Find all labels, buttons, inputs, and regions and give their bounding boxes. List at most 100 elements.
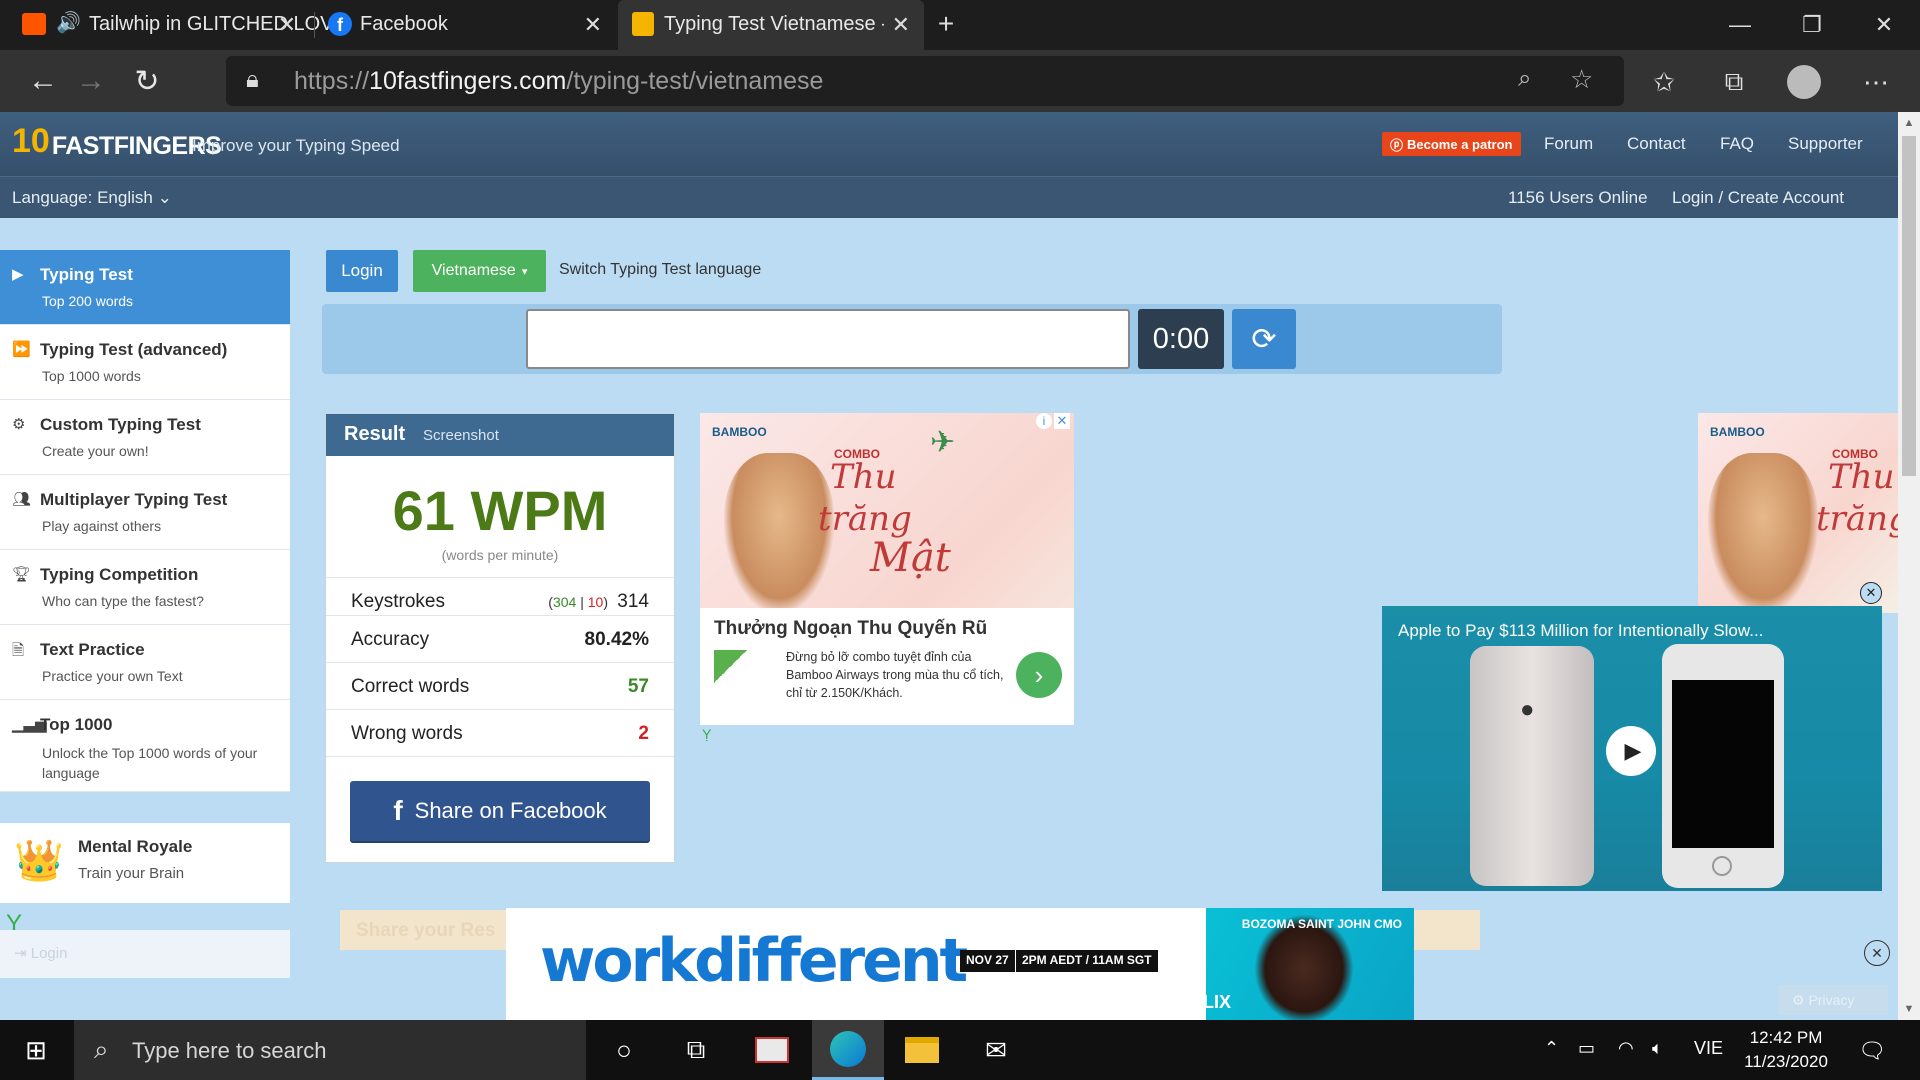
task-view-icon[interactable]: ⧉ [660,1020,732,1080]
timer: 0:00 [1138,309,1224,369]
address-bar-row: ← → ↻ 🔒︎ https://10fastfingers.com/typin… [0,50,1920,112]
login-button[interactable]: Login [326,250,398,292]
battery-icon[interactable]: ▭ [1578,1038,1595,1059]
tab-separator [314,12,315,38]
arrow-right-icon[interactable]: › [1016,652,1062,698]
url-field[interactable]: 🔒︎ https://10fastfingers.com/typing-test… [226,56,1624,106]
taskbar-search[interactable]: ⌕ Type here to search [74,1020,586,1080]
faded-login-link[interactable]: ⇥ Login [0,930,290,978]
play-icon[interactable]: ▶ [1606,726,1656,776]
nav-supporter[interactable]: Supporter [1788,134,1863,154]
ad-script-text: Thu [830,457,897,497]
language-selector[interactable]: Language: English ⌄ [12,188,172,208]
share-facebook-button[interactable]: f Share on Facebook [350,781,650,841]
restore-icon[interactable]: ❐ [1776,0,1848,50]
new-tab-button[interactable]: + [928,6,964,42]
taskbar-clock[interactable]: 12:42 PM 11/23/2020 [1738,1026,1834,1074]
close-window-icon[interactable]: ✕ [1848,0,1920,50]
sidebar-item-custom-typing-test[interactable]: ⚙ Custom Typing Test Create your own! [0,400,290,475]
facebook-icon: f [393,795,403,826]
freestar-icon: Ỵ [702,726,712,742]
nav-faq[interactable]: FAQ [1720,134,1754,154]
wrong-words-value: 2 [638,723,649,744]
share-label: Share on Facebook [414,798,607,823]
refresh-icon[interactable]: ↻ [126,60,168,102]
bamboo-small-logo [714,650,772,702]
sidebar-item-multiplayer[interactable]: 👥︎ Multiplayer Typing Test Play against … [0,475,290,550]
sidebar-item-label: Custom Typing Test [40,415,201,434]
windows-start-icon[interactable]: ⊞ [0,1020,72,1080]
profile-avatar-icon[interactable] [1784,62,1824,102]
video-close-icon[interactable]: ✕ [1860,582,1882,604]
language-dropdown-button[interactable]: Vietnamese ▾ [413,250,546,292]
close-tab-icon[interactable]: ✕ [892,12,910,38]
sidebar-item-top-1000[interactable]: ▁▃▅ Top 1000 Unlock the Top 1000 words o… [0,700,290,792]
video-title: Apple to Pay $113 Million for Intentiona… [1398,621,1764,640]
chevron-down-icon: ⌄ [157,188,172,207]
file-explorer-icon[interactable] [886,1020,958,1080]
minimize-icon[interactable]: — [1704,0,1776,50]
banner-close-icon[interactable]: ✕ [1864,940,1890,966]
banner-headline: workdifferent [540,926,968,996]
netflix-banner-ad[interactable]: workdifferent NOV 27 2PM AEDT / 11AM SGT… [506,908,1414,1020]
ad-info-icon[interactable]: i [1036,413,1052,429]
privacy-button[interactable]: ⚙ Privacy [1778,985,1888,1015]
sidebar-item-sub: Top 200 words [42,293,134,309]
login-create-account-link[interactable]: Login / Create Account [1672,188,1844,208]
ad-description: Đừng bỏ lỡ combo tuyệt đỉnh của Bamboo A… [786,650,1004,700]
sidebar-item-text-practice[interactable]: 🗎 Text Practice Practice your own Text [0,625,290,700]
tab-facebook[interactable]: f Facebook ✕ [316,0,616,50]
clock-time: 12:42 PM [1749,1028,1823,1047]
page-scrollbar[interactable]: ▲ ▼ [1898,112,1920,1020]
screenshot-link[interactable]: Screenshot [423,427,499,444]
mental-royale-link[interactable]: 👑 Mental Royale Train your Brain [0,823,290,903]
nav-contact[interactable]: Contact [1627,134,1686,154]
forward-icon[interactable]: → [70,60,112,102]
scroll-up-icon[interactable]: ▲ [1898,112,1920,134]
iphone-back-image: ● [1470,646,1594,886]
tab-title: Facebook [360,13,448,35]
cortana-icon[interactable]: ○ [588,1020,660,1080]
volume-icon[interactable]: 🔈︎ [1652,1038,1663,1059]
speaker-icon[interactable]: 🔊 [56,10,81,35]
tab-soundcloud[interactable]: 🔊 Tailwhip in GLITCHED LOVE ✕ [0,0,347,50]
app-icon[interactable] [736,1020,808,1080]
become-patron-button[interactable]: ⓟ Become a patron [1382,132,1521,156]
back-icon[interactable]: ← [22,60,64,102]
close-tab-icon[interactable]: ✕ [584,12,602,38]
favorites-icon[interactable]: ✩ [1644,62,1684,102]
scroll-thumb[interactable] [1902,136,1916,476]
bamboo-airways-ad[interactable]: BAMBOO ✈ COMBO Thu trăng Mật Thưởng Ngoạ… [700,413,1074,725]
edge-browser-icon[interactable] [812,1020,884,1080]
tab-typing-test[interactable]: Typing Test Vietnamese - 10FastF ✕ [618,0,924,50]
nav-forum[interactable]: Forum [1544,134,1593,154]
typing-input[interactable] [526,309,1130,369]
sidebar-item-label: Top 1000 [40,715,113,734]
notifications-icon[interactable]: 🗨︎ [1858,1038,1886,1064]
sidebar-item-typing-test[interactable]: ▶ Typing Test Top 200 words [0,250,290,325]
ad-text-area: Thưởng Ngoạn Thu Quyến Rũ Đừng bỏ lỡ com… [700,608,1074,725]
sidebar-item-sub: Top 1000 words [42,368,141,384]
scroll-down-icon[interactable]: ▼ [1898,998,1920,1020]
accuracy-label: Accuracy [351,629,430,650]
zoom-icon[interactable]: ⌕ [1518,65,1531,93]
sidebar-item-competition[interactable]: 🏆︎ Typing Competition Who can type the f… [0,550,290,625]
sidebar-item-typing-test-advanced[interactable]: ⏩ Typing Test (advanced) Top 1000 words [0,325,290,400]
video-player[interactable]: Apple to Pay $113 Million for Intentiona… [1382,606,1882,891]
sidebar: ▶ Typing Test Top 200 words ⏩ Typing Tes… [0,250,290,792]
close-tab-icon[interactable]: ✕ [278,12,296,38]
input-language[interactable]: VIE [1694,1038,1723,1059]
reload-button[interactable]: ⟳ [1232,309,1296,369]
favorite-star-icon[interactable]: ☆ [1570,64,1593,95]
chevron-up-icon[interactable]: ⌃ [1544,1038,1559,1059]
mental-royale-sub: Train your Brain [78,865,185,882]
caret-down-icon: ▾ [521,265,528,278]
iphone-front-image [1662,644,1784,888]
site-logo[interactable]: 10 FASTFINGERS [12,122,222,161]
ad-close-icon[interactable]: ✕ [1054,413,1070,429]
collections-icon[interactable]: ⧉ [1714,62,1754,102]
settings-more-icon[interactable]: ⋯ [1856,62,1896,102]
mail-icon[interactable]: ✉ [960,1020,1032,1080]
wifi-icon[interactable]: ◠ [1618,1038,1634,1059]
result-title: Result [344,423,406,445]
